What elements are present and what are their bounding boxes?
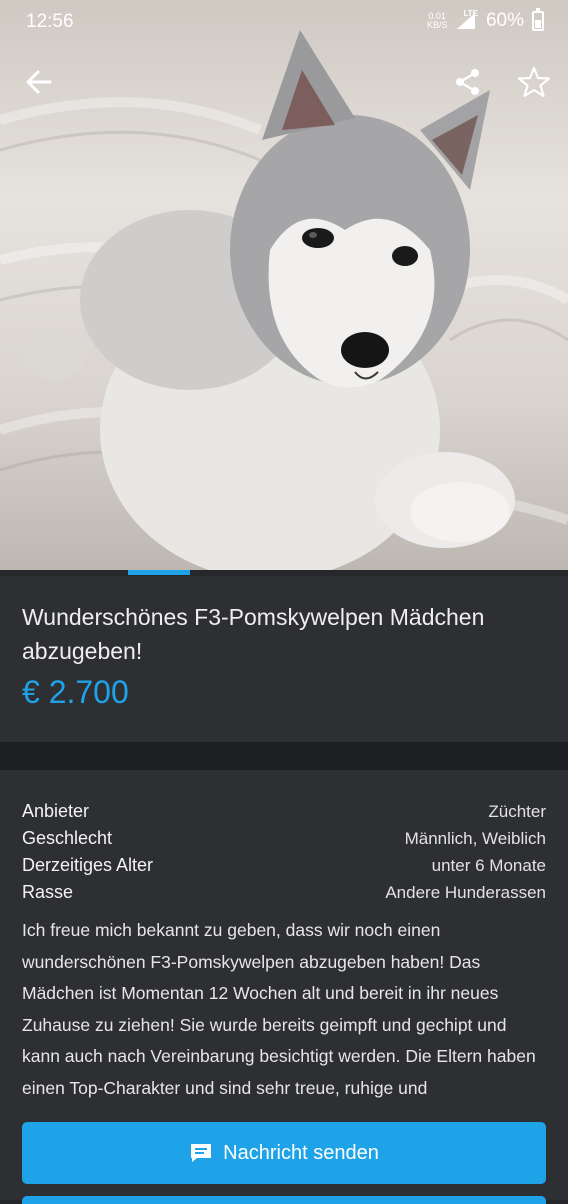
favorite-button[interactable] [512,60,556,104]
attribute-value: Züchter [488,801,546,821]
attribute-row-anbieter: Anbieter Züchter [22,798,546,825]
network-speed-unit: KB/S [426,20,448,30]
attribute-value: Männlich, Weiblich [404,828,546,848]
listing-title: Wunderschönes F3-Pomskywelpen Mädchen ab… [22,604,485,664]
status-indicators: 0.01 KB/S LTE 60% [427,8,544,32]
attribute-label: Geschlecht [22,828,113,848]
listing-header-card: Wunderschönes F3-Pomskywelpen Mädchen ab… [0,576,568,742]
share-icon [456,69,479,95]
attribute-label: Anbieter [22,801,90,821]
back-button[interactable] [16,60,60,104]
status-time: 12:56 [26,11,74,32]
attribute-label: Rasse [22,882,74,902]
chat-icon [191,1144,212,1162]
attribute-row-rasse: Rasse Andere Hunderassen [22,879,546,906]
network-type: LTE [463,8,478,18]
listing-description: Ich freue mich bekannt zu geben, dass wi… [22,920,536,1098]
star-outline-icon [517,66,551,98]
gallery-pager-active [128,570,190,575]
send-message-label: Nachricht senden [223,1141,379,1164]
battery-percent: 60% [485,10,524,31]
arrow-left-icon [26,70,52,94]
secondary-action-button[interactable] [22,1196,546,1204]
attribute-value: unter 6 Monate [431,855,546,875]
share-button[interactable] [446,60,490,104]
battery-icon [532,8,544,31]
battery-fill [535,20,541,28]
attribute-row-geschlecht: Geschlecht Männlich, Weiblich [22,825,546,852]
attribute-row-alter: Derzeitiges Alter unter 6 Monate [22,852,546,879]
section-divider [0,742,568,770]
attribute-list: Anbieter Züchter Geschlecht Männlich, We… [22,798,546,906]
network-speed: 0.01 KB/S [427,12,448,30]
status-bar: 12:56 0.01 KB/S LTE 60% [0,0,568,44]
send-message-button[interactable]: Nachricht senden [22,1122,546,1184]
listing-price: € 2.700 [22,674,129,710]
attribute-label: Derzeitiges Alter [22,855,154,875]
attribute-value: Andere Hunderassen [385,882,546,902]
